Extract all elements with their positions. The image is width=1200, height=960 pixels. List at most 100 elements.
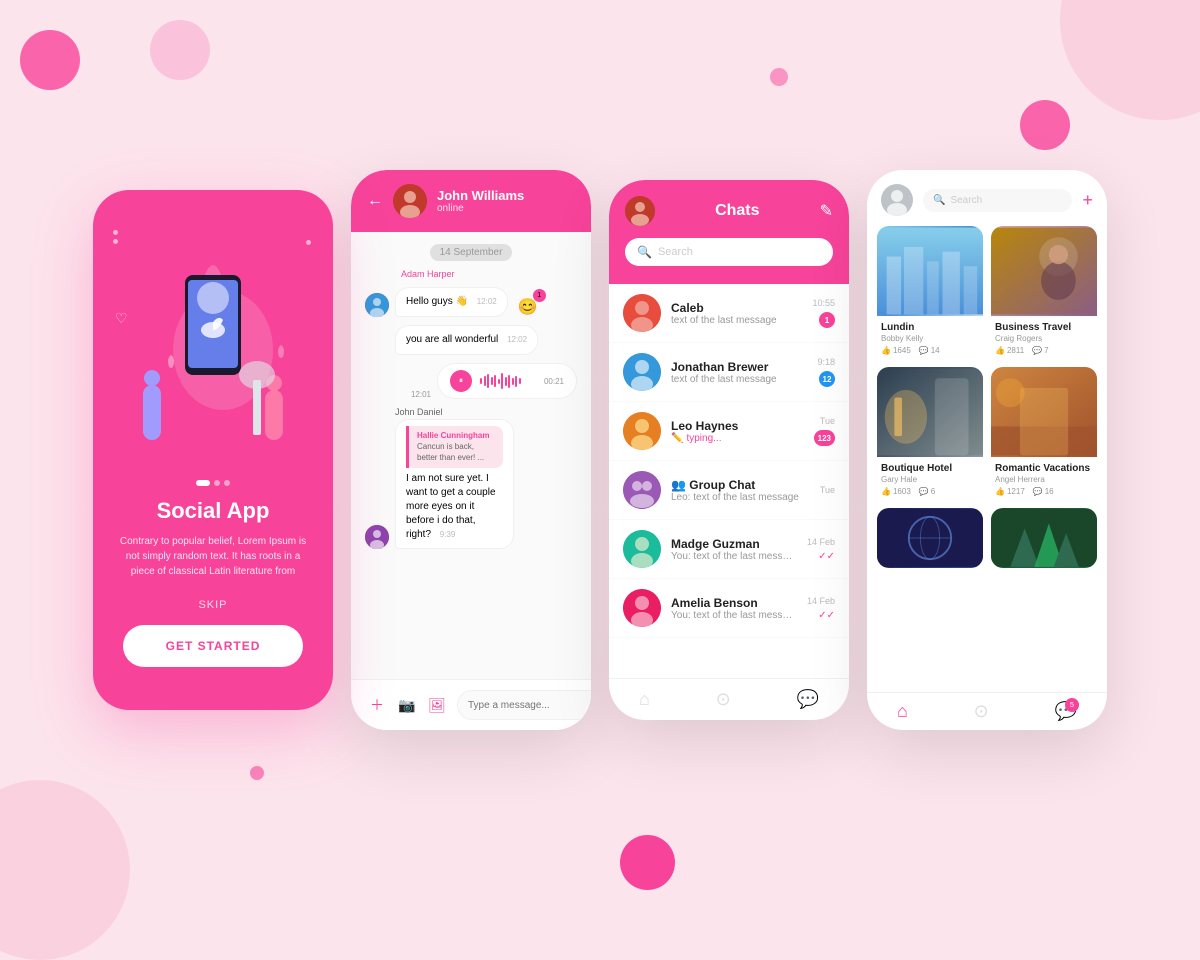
card-title-business: Business Travel	[995, 322, 1093, 334]
quoted-sender: Hallie Cunningham	[417, 430, 495, 441]
discovery-content: Lundin Bobby Kelly 👍 1645 💬 14	[867, 226, 1107, 692]
stat-comments-lundin: 💬 14	[919, 346, 940, 355]
card-img-hotel	[877, 367, 983, 457]
stat-comments-vacation: 💬 16	[1033, 487, 1054, 496]
chat-item-group[interactable]: 👥 Group Chat Leo: text of the last messa…	[609, 461, 849, 520]
chat-avatar-madge	[623, 530, 661, 568]
home-nav-icon-s4[interactable]: ⌂	[897, 701, 908, 722]
avatar-adam	[365, 293, 389, 317]
home-nav-icon[interactable]: ⌂	[639, 689, 650, 710]
message-row-audio: ⏸	[365, 363, 577, 399]
card-lundin[interactable]: Lundin Bobby Kelly 👍 1645 💬 14	[877, 226, 983, 359]
audio-time-display: 00:21	[544, 377, 564, 386]
chat-time-group: Tue	[820, 485, 835, 495]
message-input[interactable]	[457, 690, 591, 720]
bg-circle-4	[1020, 100, 1070, 150]
dot-active	[196, 480, 210, 486]
thumb-icon-v: 👍	[995, 487, 1005, 496]
john-msg-time: 9:39	[440, 530, 456, 539]
unread-badge-leo: 123	[814, 430, 835, 446]
chats-search-bar[interactable]: 🔍 Search	[625, 238, 833, 266]
chat-meta-caleb: 10:55 1	[812, 298, 835, 328]
chat-item-jonathan[interactable]: Jonathan Brewer text of the last message…	[609, 343, 849, 402]
card-boutique-hotel[interactable]: Boutique Hotel Gary Hale 👍 1603 💬 6	[877, 367, 983, 500]
msg-avatar-1	[365, 293, 389, 317]
card-img-vacation	[991, 367, 1097, 457]
chat-status: online	[437, 203, 575, 214]
audio-waveform	[480, 371, 536, 391]
comments-count-hotel: 6	[931, 487, 935, 496]
card-business-travel[interactable]: Business Travel Craig Rogers 👍 2811 💬 7	[991, 226, 1097, 359]
bg-circle-6	[250, 766, 264, 780]
card-info-vacation: Romantic Vacations Angel Herrera 👍 1217 …	[991, 457, 1097, 500]
comment-icon-h: 💬	[919, 487, 929, 496]
audio-message: ⏸	[437, 363, 577, 399]
chat-name-leo: Leo Haynes	[671, 419, 804, 433]
illustration-svg	[123, 220, 303, 460]
add-button[interactable]: ＋	[365, 693, 389, 717]
chat-name-amelia: Amelia Benson	[671, 596, 797, 610]
likes-count-lundin: 1645	[893, 346, 911, 355]
edit-icon[interactable]: ✎	[820, 201, 833, 221]
chat-meta-leo: Tue 123	[814, 416, 835, 446]
card-stats-lundin: 👍 1645 💬 14	[881, 346, 979, 355]
nav-badge-s4: 5	[1065, 698, 1079, 712]
stat-comments-business: 💬 7	[1032, 346, 1048, 355]
add-button-discovery[interactable]: +	[1082, 190, 1093, 211]
camera-button[interactable]: 📷	[395, 693, 419, 717]
audio-duration: 00:21	[544, 377, 564, 386]
avatar-john	[365, 525, 389, 549]
quoted-text: Cancun is back, better than ever! ...	[417, 441, 495, 463]
typing-text: typing...	[686, 433, 721, 444]
msg-text-1: Hello guys 👋	[406, 296, 468, 307]
chat-meta-jonathan: 9:18 12	[817, 357, 835, 387]
card-stats-vacation: 👍 1217 💬 16	[995, 487, 1093, 496]
chat-time-madge: 14 Feb	[807, 537, 835, 547]
back-button[interactable]: ←	[367, 192, 383, 210]
avatar-img	[393, 184, 427, 218]
play-button[interactable]: ⏸	[450, 370, 472, 392]
search-placeholder-text: Search	[658, 246, 693, 258]
hotel-svg	[877, 367, 983, 457]
chat-list: Caleb text of the last message 10:55 1 J…	[609, 284, 849, 678]
chat-item-caleb[interactable]: Caleb text of the last message 10:55 1	[609, 284, 849, 343]
chat-preview-group: Leo: text of the last message	[671, 492, 810, 503]
message-bubble-1: Hello guys 👋 12:02	[395, 287, 508, 317]
discovery-search-bar[interactable]: 🔍 Search	[923, 189, 1072, 212]
unread-badge-caleb: 1	[819, 312, 835, 328]
wb4	[491, 377, 493, 385]
thumb-icon: 👍	[881, 346, 891, 355]
bottom-nav-discovery: ⌂ ⊙ 💬 5	[867, 692, 1107, 730]
search-nav-icon-s4[interactable]: ⊙	[974, 701, 989, 722]
card-author-lundin: Bobby Kelly	[881, 334, 979, 343]
card-info-lundin: Lundin Bobby Kelly 👍 1645 💬 14	[877, 316, 983, 359]
skip-button[interactable]: SKIP	[198, 599, 227, 611]
unread-badge-jonathan: 12	[819, 371, 835, 387]
dot-inactive-1	[214, 480, 220, 486]
chat-nav-icon[interactable]: 💬	[797, 689, 819, 710]
chat-item-leo[interactable]: Leo Haynes ✏️ typing... Tue 123	[609, 402, 849, 461]
card-globe[interactable]	[877, 508, 983, 568]
chat-avatar-caleb	[623, 294, 661, 332]
chat-meta-amelia: 14 Feb ✓✓	[807, 596, 835, 621]
message-row-1: Hello guys 👋 12:02 😊 1	[365, 287, 577, 317]
discovery-header: 🔍 Search +	[867, 170, 1107, 226]
chat-item-amelia[interactable]: Amelia Benson You: text of the last mess…	[609, 579, 849, 638]
screen-onboarding: ♡	[93, 190, 333, 710]
comment-icon-v: 💬	[1033, 487, 1043, 496]
search-placeholder-s4: Search	[950, 195, 982, 206]
city-svg	[877, 226, 983, 316]
card-forest[interactable]	[991, 508, 1097, 568]
wb6	[498, 379, 500, 384]
chat-preview-jonathan: text of the last message	[671, 374, 807, 385]
card-romantic-vacations[interactable]: Romantic Vacations Angel Herrera 👍 1217 …	[991, 367, 1097, 500]
comments-count-vacation: 16	[1045, 487, 1054, 496]
image-button[interactable]: 🖼	[425, 693, 449, 717]
chat-avatar-jonathan	[623, 353, 661, 391]
get-started-button[interactable]: GET STARTED	[123, 625, 303, 667]
chat-item-madge[interactable]: Madge Guzman You: text of the last messa…	[609, 520, 849, 579]
double-check-madge: ✓✓	[818, 551, 835, 562]
search-nav-icon[interactable]: ⊙	[716, 689, 731, 710]
chat-time-amelia: 14 Feb	[807, 596, 835, 606]
card-stats-hotel: 👍 1603 💬 6	[881, 487, 979, 496]
